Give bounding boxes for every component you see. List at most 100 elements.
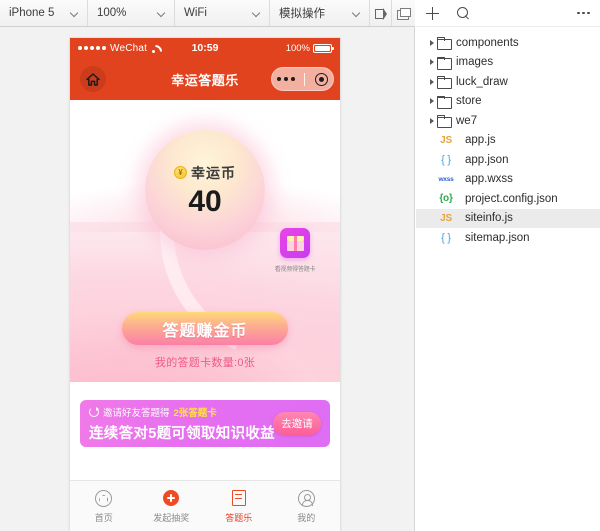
invite-line1-highlight: 2张答题卡 [174, 405, 217, 419]
tree-file-row[interactable]: JSapp.js [416, 131, 600, 151]
zoom-select-value: 100% [97, 7, 126, 19]
answer-card-count-label: 我的答题卡数量:0张 [70, 354, 340, 370]
plus-circle-icon [162, 489, 181, 508]
tree-folder-row[interactable]: luck_draw [416, 72, 600, 92]
expand-arrow-icon[interactable] [426, 79, 437, 85]
status-right: 100% [286, 43, 332, 54]
capsule-divider [304, 73, 305, 86]
person-icon [297, 489, 316, 508]
tab-profile-label: 我的 [297, 511, 315, 524]
device-select[interactable]: iPhone 5 [0, 0, 88, 26]
tree-item-label: project.config.json [465, 193, 558, 205]
watch-video-card[interactable]: 看视频得答题卡 [264, 228, 326, 273]
network-select[interactable]: WiFi [175, 0, 270, 26]
search-button[interactable] [457, 7, 470, 20]
zoom-select[interactable]: 100% [88, 0, 175, 26]
simulate-action-select[interactable]: 模拟操作 [270, 0, 370, 26]
tree-folder-row[interactable]: images [416, 53, 600, 73]
tree-file-row[interactable]: { }sitemap.json [416, 228, 600, 248]
folder-icon [437, 57, 450, 68]
add-file-button[interactable] [426, 7, 439, 20]
gift-icon [280, 228, 310, 258]
tab-home[interactable]: 首页 [70, 489, 138, 524]
expand-arrow-icon[interactable] [426, 40, 437, 46]
expand-arrow-icon[interactable] [426, 98, 437, 104]
tab-profile[interactable]: 我的 [273, 489, 341, 524]
folder-icon [437, 76, 450, 87]
plus-icon [426, 7, 439, 20]
file-type-icon: wxss [432, 176, 460, 183]
tree-item-label: app.wxss [465, 173, 513, 185]
search-icon [457, 7, 470, 20]
tree-item-label: luck_draw [456, 76, 508, 88]
explorer-toolbar [416, 0, 600, 27]
quiz-book-icon [229, 489, 248, 508]
page-body: ¥ 幸运币 40 看视频得答题卡 答题赚金币 我的答题卡数量:0张 [70, 100, 340, 531]
file-type-icon: {o} [432, 193, 460, 204]
expand-arrow-icon[interactable] [426, 118, 437, 124]
tree-file-row[interactable]: wxss app.wxss [416, 170, 600, 190]
simulator-toolbar: iPhone 5 100% WiFi 模拟操作 [0, 0, 415, 27]
tree-item-label: app.js [465, 134, 496, 146]
battery-icon [313, 44, 332, 53]
nav-bar: 幸运答题乐 [70, 58, 340, 100]
screen-icon [397, 8, 410, 19]
simulator-window: iPhone 5 100% WiFi 模拟操作 [0, 0, 600, 531]
tree-file-row[interactable]: { } app.json [416, 150, 600, 170]
tab-quiz-label: 答题乐 [225, 511, 252, 524]
tree-item-label: siteinfo.js [465, 212, 513, 224]
chevron-down-icon [353, 9, 362, 18]
tab-home-label: 首页 [95, 511, 113, 524]
coin-icon: ¥ [174, 166, 187, 179]
tree-item-label: store [456, 95, 482, 107]
target-icon[interactable] [315, 73, 328, 86]
file-tree: componentsimagesluck_drawstorewe7JSapp.j… [416, 27, 600, 248]
tab-lottery[interactable]: 发起抽奖 [138, 489, 206, 524]
screen-button[interactable] [392, 0, 414, 26]
home-outline-icon [94, 489, 113, 508]
status-bar: WeChat 10:59 100% [70, 38, 340, 58]
more-dots-icon[interactable] [277, 77, 295, 81]
simulate-action-value: 模拟操作 [279, 5, 325, 21]
coin-label-row: ¥ 幸运币 [174, 163, 236, 183]
tab-bar: 首页 发起抽奖 答题乐 我的 [70, 480, 340, 531]
tree-file-row[interactable]: JS siteinfo.js [416, 209, 600, 229]
tab-quiz[interactable]: 答题乐 [205, 489, 273, 524]
coin-label: 幸运币 [191, 163, 236, 183]
tab-lottery-label: 发起抽奖 [153, 511, 189, 524]
refresh-icon [89, 407, 99, 417]
file-explorer: componentsimagesluck_drawstorewe7JSapp.j… [416, 0, 600, 531]
tree-item-label: app.json [465, 154, 508, 166]
simulator-pane: iPhone 5 100% WiFi 模拟操作 [0, 0, 415, 531]
answer-earn-coins-button[interactable]: 答题赚金币 [122, 312, 288, 345]
cta-area: 答题赚金币 我的答题卡数量:0张 [70, 312, 340, 370]
tree-file-row[interactable]: {o} project.config.json [416, 189, 600, 209]
more-options-button[interactable] [577, 12, 590, 15]
volume-button[interactable] [370, 0, 392, 26]
battery-percent: 100% [286, 43, 310, 54]
tree-folder-row[interactable]: store [416, 92, 600, 112]
tree-item-label: sitemap.json [465, 232, 530, 244]
wechat-capsule[interactable] [271, 67, 334, 91]
coin-balance-circle: ¥ 幸运币 40 [145, 130, 265, 250]
file-type-icon: JS [432, 213, 460, 224]
folder-icon [437, 37, 450, 48]
go-invite-button[interactable]: 去邀请 [273, 412, 321, 435]
hero-section: ¥ 幸运币 40 看视频得答题卡 答题赚金币 我的答题卡数量:0张 [70, 100, 340, 382]
tree-folder-row[interactable]: we7 [416, 111, 600, 131]
coin-value: 40 [188, 185, 221, 218]
chevron-down-icon [158, 9, 167, 18]
network-select-value: WiFi [184, 7, 207, 19]
device-select-value: iPhone 5 [9, 7, 54, 19]
tree-folder-row[interactable]: components [416, 33, 600, 53]
phone-preview: WeChat 10:59 100% 幸运答题乐 [70, 38, 340, 531]
invite-line1-prefix: 邀请好友答题得 [103, 405, 170, 419]
gift-glyph [287, 236, 304, 251]
tree-item-label: images [456, 56, 493, 68]
file-type-icon: { } [432, 154, 460, 166]
expand-arrow-icon[interactable] [426, 59, 437, 65]
volume-icon [375, 8, 386, 19]
chevron-down-icon [253, 9, 262, 18]
invite-banner[interactable]: 邀请好友答题得 2张答题卡 连续答对5题可领取知识收益 去邀请 [80, 400, 330, 447]
folder-icon [437, 96, 450, 107]
